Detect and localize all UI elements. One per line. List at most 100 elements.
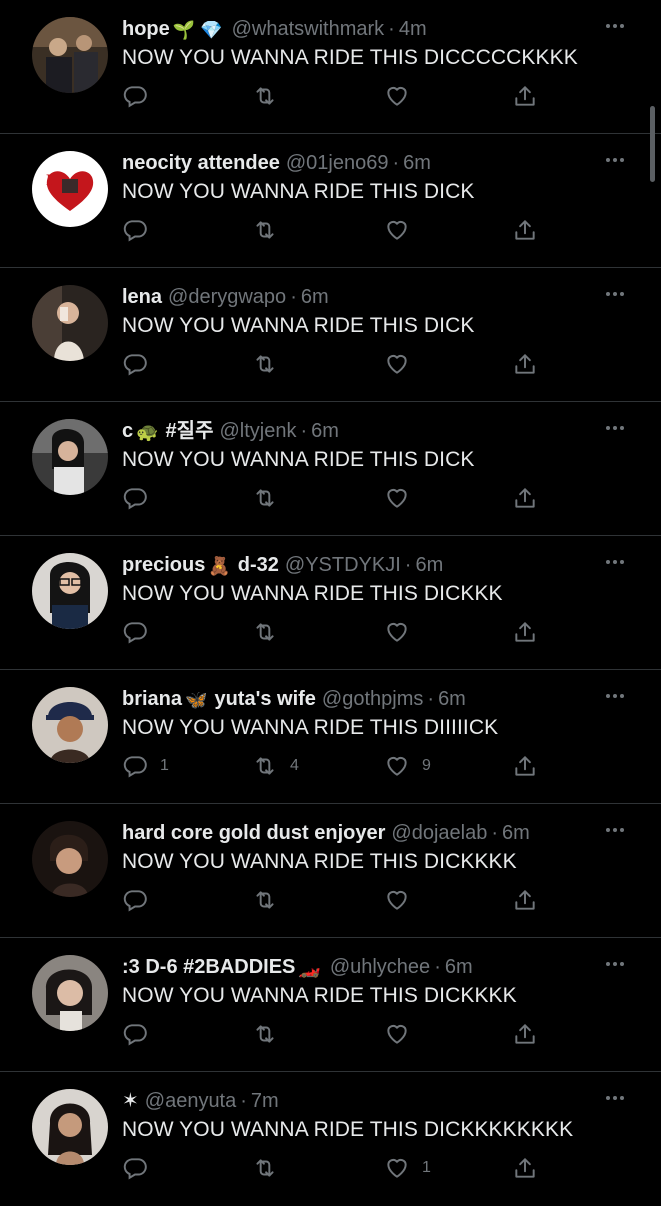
share-icon <box>512 351 538 377</box>
display-name-suffix[interactable]: yuta's wife <box>214 688 315 710</box>
share-button[interactable] <box>512 1020 538 1048</box>
like-button[interactable] <box>384 82 422 110</box>
timestamp[interactable]: 4m <box>399 18 427 40</box>
reply-button[interactable] <box>122 1154 160 1182</box>
share-button[interactable] <box>512 886 538 914</box>
tweet[interactable]: precious 🧸 d-32 @YSTDYKJI · 6m NOW YOU WANNA … <box>0 536 661 670</box>
like-button[interactable]: 9 <box>384 752 431 780</box>
avatar[interactable] <box>32 285 108 361</box>
display-name-suffix[interactable]: d-32 <box>238 554 279 576</box>
avatar[interactable]: I <box>32 151 108 227</box>
username-handle[interactable]: @01jeno69 <box>286 152 389 174</box>
username-handle[interactable]: @YSTDYKJI <box>285 554 401 576</box>
more-icon[interactable] <box>603 150 627 170</box>
display-name[interactable]: neocity attendee <box>122 152 280 174</box>
timestamp[interactable]: 6m <box>403 152 431 174</box>
reply-button[interactable] <box>122 1020 160 1048</box>
reply-button[interactable] <box>122 484 160 512</box>
tweet[interactable]: lena @derygwapo · 6m NOW YOU WANNA RIDE THI… <box>0 268 661 402</box>
reply-button[interactable]: 1 <box>122 752 169 780</box>
retweet-button[interactable] <box>252 484 290 512</box>
share-button[interactable] <box>512 484 538 512</box>
username-handle[interactable]: @uhlychee <box>330 956 430 978</box>
avatar[interactable] <box>32 687 108 763</box>
reply-button[interactable] <box>122 350 160 378</box>
share-button[interactable] <box>512 350 538 378</box>
like-button[interactable] <box>384 886 422 914</box>
avatar[interactable] <box>32 553 108 629</box>
timestamp[interactable]: 6m <box>502 822 530 844</box>
timestamp[interactable]: 6m <box>415 554 443 576</box>
timestamp[interactable]: 6m <box>438 688 466 710</box>
retweet-button[interactable] <box>252 886 290 914</box>
like-button[interactable]: 1 <box>384 1154 431 1182</box>
avatar[interactable] <box>32 419 108 495</box>
display-name[interactable]: hard core gold dust enjoyer <box>122 822 385 844</box>
username-handle[interactable]: @gothpjms <box>322 688 423 710</box>
retweet-button[interactable] <box>252 216 290 244</box>
tweet[interactable]: :3 D-6 #2BADDIES 🏎️ @uhlychee · 6m NOW YOU W… <box>0 938 661 1072</box>
more-icon[interactable] <box>603 820 627 840</box>
share-button[interactable] <box>512 752 538 780</box>
display-name[interactable]: :3 D-6 #2BADDIES <box>122 956 295 978</box>
tweet[interactable]: hope 🌱 💎 @whatswithmark · 4m NOW YOU WANNA R… <box>0 0 661 134</box>
tweet[interactable]: I neocity attendee @01jeno69 · 6m NOW YOU W… <box>0 134 661 268</box>
display-name-suffix[interactable]: #질주 <box>166 420 214 442</box>
tweet[interactable]: hard core gold dust enjoyer @dojaelab · 6m … <box>0 804 661 938</box>
timestamp[interactable]: 6m <box>301 286 329 308</box>
display-name[interactable]: hope <box>122 18 170 40</box>
timestamp[interactable]: 6m <box>445 956 473 978</box>
separator-dot: · <box>240 1090 247 1112</box>
avatar[interactable] <box>32 1089 108 1165</box>
username-handle[interactable]: @aenyuta <box>145 1090 236 1112</box>
share-button[interactable] <box>512 618 538 646</box>
avatar[interactable] <box>32 821 108 897</box>
retweet-button[interactable] <box>252 618 290 646</box>
display-name[interactable]: precious <box>122 554 205 576</box>
display-name[interactable]: lena <box>122 286 162 308</box>
share-button[interactable] <box>512 82 538 110</box>
retweet-button[interactable] <box>252 1154 290 1182</box>
share-button[interactable] <box>512 216 538 244</box>
username-handle[interactable]: @derygwapo <box>168 286 286 308</box>
name-emoji: 🧸 <box>208 556 231 576</box>
like-button[interactable] <box>384 350 422 378</box>
reply-icon <box>122 753 148 779</box>
like-button[interactable] <box>384 618 422 646</box>
avatar[interactable] <box>32 17 108 93</box>
reply-icon <box>122 83 148 109</box>
like-button[interactable] <box>384 1020 422 1048</box>
timestamp[interactable]: 7m <box>251 1090 279 1112</box>
separator-dot: · <box>434 956 441 978</box>
reply-button[interactable] <box>122 216 160 244</box>
display-name[interactable]: briana <box>122 688 182 710</box>
retweet-button[interactable] <box>252 82 290 110</box>
more-icon[interactable] <box>603 284 627 304</box>
retweet-button[interactable] <box>252 1020 290 1048</box>
tweet[interactable]: c 🐢 #질주 @ltyjenk · 6m NOW YOU WANNA RIDE THIS… <box>0 402 661 536</box>
more-icon[interactable] <box>603 418 627 438</box>
username-handle[interactable]: @dojaelab <box>391 822 487 844</box>
username-handle[interactable]: @ltyjenk <box>219 420 296 442</box>
avatar[interactable] <box>32 955 108 1031</box>
timestamp[interactable]: 6m <box>311 420 339 442</box>
retweet-button[interactable] <box>252 350 290 378</box>
display-name[interactable]: c <box>122 420 133 442</box>
share-button[interactable] <box>512 1154 538 1182</box>
username-handle[interactable]: @whatswithmark <box>232 18 385 40</box>
reply-button[interactable] <box>122 886 160 914</box>
more-icon[interactable] <box>603 552 627 572</box>
tweet[interactable]: briana 🦋 yuta's wife @gothpjms · 6m NOW YOU W… <box>0 670 661 804</box>
more-icon[interactable] <box>603 954 627 974</box>
retweet-button[interactable]: 4 <box>252 752 299 780</box>
more-icon[interactable] <box>603 686 627 706</box>
reply-button[interactable] <box>122 82 160 110</box>
display-name[interactable]: ✶ <box>122 1090 139 1112</box>
scrollbar[interactable] <box>650 106 655 182</box>
more-icon[interactable] <box>603 16 627 36</box>
tweet[interactable]: ✶ @aenyuta · 7m NOW YOU WANNA RIDE THIS DIC… <box>0 1072 661 1206</box>
reply-button[interactable] <box>122 618 160 646</box>
like-button[interactable] <box>384 216 422 244</box>
like-button[interactable] <box>384 484 422 512</box>
more-icon[interactable] <box>603 1088 627 1108</box>
